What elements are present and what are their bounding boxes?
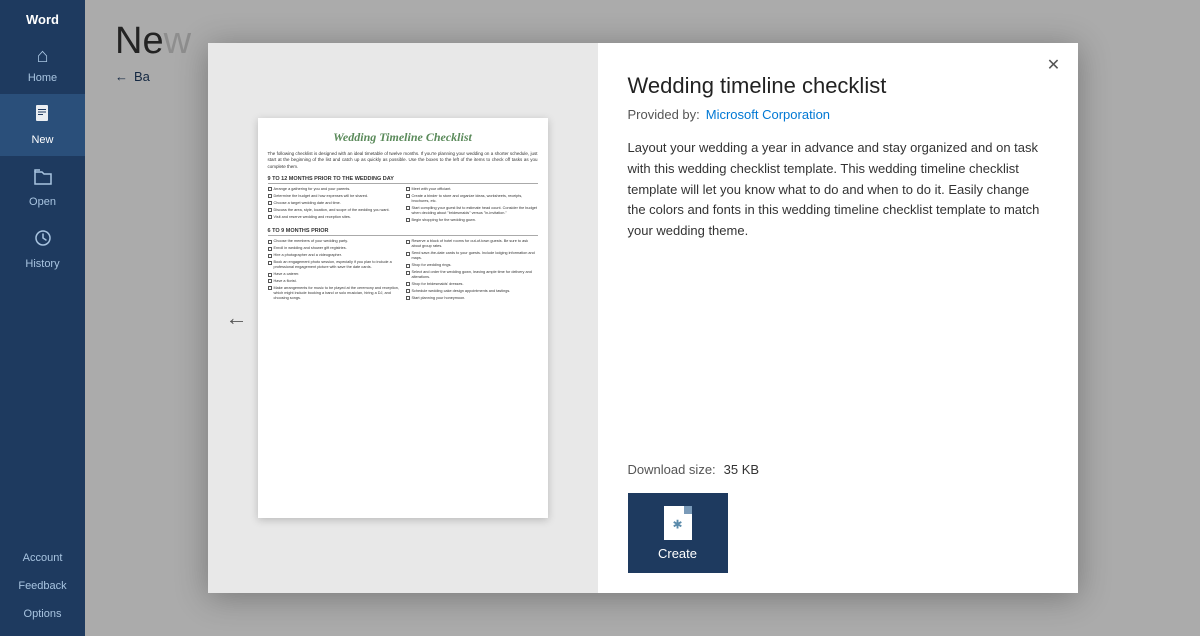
- options-label: Options: [24, 608, 62, 620]
- create-button[interactable]: ✱ Create: [628, 493, 728, 573]
- sidebar-item-open-label: Open: [29, 196, 56, 208]
- doc-item: Shop for wedding rings.: [406, 263, 538, 268]
- doc-item: Have a florist.: [268, 279, 400, 284]
- home-icon: ⌂: [36, 45, 48, 68]
- doc-item: Start compiling your guest list to estim…: [406, 206, 538, 216]
- sidebar-item-open[interactable]: Open: [0, 156, 85, 218]
- doc-item: Book an engagement photo session, especi…: [268, 260, 400, 270]
- doc-item: Start planning your honeymoon.: [406, 296, 538, 301]
- doc-item: Make arrangements for music to be played…: [268, 286, 400, 301]
- doc-item: Shop for bridesmaids' dresses.: [406, 282, 538, 287]
- provider-row: Provided by: Microsoft Corporation: [628, 107, 1048, 122]
- sidebar-item-home-label: Home: [28, 72, 57, 84]
- doc-item: Choose a target wedding date and time.: [268, 201, 400, 206]
- close-icon: ✕: [1047, 55, 1060, 75]
- modal-overlay: ✕ ← Wedding Timeline Checklist The follo…: [85, 0, 1200, 636]
- doc-item: Reserve a block of hotel rooms for out-o…: [406, 239, 538, 249]
- document-preview: Wedding Timeline Checklist The following…: [258, 118, 548, 518]
- doc-item: Choose the members of your wedding party…: [268, 239, 400, 244]
- doc-section-2-header: 6 TO 9 MONTHS PRIOR: [268, 228, 538, 236]
- sidebar-item-options[interactable]: Options: [0, 600, 85, 628]
- template-modal: ✕ ← Wedding Timeline Checklist The follo…: [208, 43, 1078, 593]
- sidebar-bottom: Account Feedback Options: [0, 544, 85, 636]
- download-size-row: Download size: 35 KB: [628, 462, 1048, 477]
- doc-item: Schedule wedding cake design appointment…: [406, 289, 538, 294]
- prev-arrow-icon: ←: [226, 305, 248, 330]
- sidebar-item-feedback[interactable]: Feedback: [0, 572, 85, 600]
- provider-link[interactable]: Microsoft Corporation: [706, 107, 830, 122]
- doc-item: Create a binder to store and organize id…: [406, 194, 538, 204]
- doc-item: Enroll in wedding and shower gift regist…: [268, 246, 400, 251]
- modal-close-button[interactable]: ✕: [1042, 53, 1066, 77]
- download-label: Download size:: [628, 462, 716, 477]
- modal-preview-panel: ← Wedding Timeline Checklist The followi…: [208, 43, 598, 593]
- feedback-label: Feedback: [18, 580, 66, 592]
- doc-section-1-header: 9 TO 12 MONTHS PRIOR TO THE WEDDING DAY: [268, 176, 538, 184]
- sidebar: Word ⌂ Home New Op: [0, 0, 85, 636]
- sidebar-item-home[interactable]: ⌂ Home: [0, 35, 85, 94]
- modal-info-panel: Wedding timeline checklist Provided by: …: [598, 43, 1078, 593]
- doc-item: Visit and reserve wedding and reception …: [268, 215, 400, 220]
- sidebar-item-history[interactable]: History: [0, 218, 85, 280]
- doc-section-2-col2: Reserve a block of hotel rooms for out-o…: [406, 239, 538, 302]
- account-label: Account: [23, 552, 63, 564]
- doc-item: Select and order the wedding gown, leavi…: [406, 270, 538, 280]
- doc-section-1-columns: Arrange a gathering for you and your par…: [268, 187, 538, 225]
- main-content: New ← Ba ✕ ← Wedding Timeline Checklist …: [85, 0, 1200, 636]
- sidebar-item-account[interactable]: Account: [0, 544, 85, 572]
- template-description: Layout your wedding a year in advance an…: [628, 138, 1048, 446]
- doc-item: Determine the budget and how expenses wi…: [268, 194, 400, 199]
- history-icon: [33, 228, 53, 254]
- sidebar-item-history-label: History: [25, 258, 59, 270]
- doc-section-2-columns: Choose the members of your wedding party…: [268, 239, 538, 302]
- doc-section-1-col1: Arrange a gathering for you and your par…: [268, 187, 400, 225]
- doc-item: Hire a photographer and a videographer.: [268, 253, 400, 258]
- doc-item: Discuss the area, style, location, and s…: [268, 208, 400, 213]
- sidebar-item-new[interactable]: New: [0, 94, 85, 156]
- new-doc-icon: [33, 104, 53, 130]
- sidebar-item-new-label: New: [31, 134, 53, 146]
- doc-item: Begin shopping for the wedding gown.: [406, 218, 538, 223]
- prev-button[interactable]: ←: [218, 297, 256, 339]
- download-size-value: 35 KB: [724, 462, 759, 477]
- app-name: Word: [26, 0, 59, 35]
- sidebar-nav: ⌂ Home New Open: [0, 35, 85, 544]
- open-icon: [33, 166, 53, 192]
- doc-item: Meet with your officiant.: [406, 187, 538, 192]
- doc-section-2-col1: Choose the members of your wedding party…: [268, 239, 400, 302]
- template-title: Wedding timeline checklist: [628, 73, 1048, 99]
- doc-preview-title: Wedding Timeline Checklist: [268, 130, 538, 145]
- doc-item: Have a caterer.: [268, 272, 400, 277]
- doc-item: Send save-the-date cards to your guests.…: [406, 251, 538, 261]
- doc-section-1-col2: Meet with your officiant. Create a binde…: [406, 187, 538, 225]
- provider-label: Provided by:: [628, 107, 700, 122]
- doc-preview-intro: The following checklist is designed with…: [268, 151, 538, 170]
- doc-item: Arrange a gathering for you and your par…: [268, 187, 400, 192]
- create-label: Create: [658, 546, 697, 561]
